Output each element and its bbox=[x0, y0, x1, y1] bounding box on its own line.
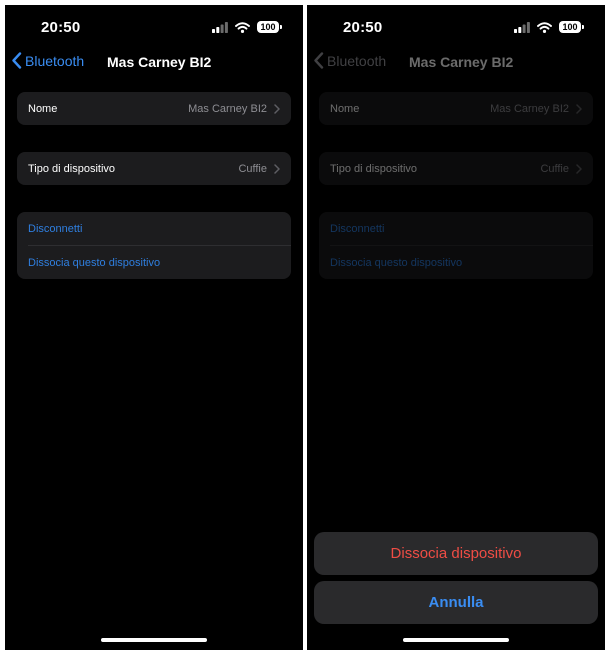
status-time: 20:50 bbox=[41, 19, 81, 36]
device-type-label: Tipo di dispositivo bbox=[28, 162, 116, 175]
chevron-right-icon bbox=[576, 103, 582, 114]
name-label: Nome bbox=[330, 102, 360, 115]
chevron-left-icon bbox=[314, 52, 324, 69]
device-type-value: Cuffie bbox=[238, 162, 267, 175]
chevron-right-icon bbox=[274, 163, 280, 174]
actions-group: Disconnetti Dissocia questo dispositivo bbox=[319, 212, 593, 279]
status-bar: 20:50 100 bbox=[5, 5, 303, 49]
forget-device-button[interactable]: Dissocia questo dispositivo bbox=[17, 246, 291, 279]
name-value: Mas Carney BI2 bbox=[188, 102, 267, 115]
disconnect-button[interactable]: Disconnetti bbox=[17, 212, 291, 245]
status-time: 20:50 bbox=[343, 19, 383, 36]
back-button-label: Bluetooth bbox=[327, 52, 387, 69]
battery-icon: 100 bbox=[257, 21, 282, 33]
name-row: Nome Mas Carney BI2 bbox=[319, 92, 593, 125]
action-sheet: Dissocia dispositivo Annulla bbox=[314, 532, 598, 624]
navigation-bar: Bluetooth Mas Carney BI2 bbox=[5, 49, 303, 75]
disconnect-button: Disconnetti bbox=[330, 222, 385, 235]
home-indicator[interactable] bbox=[403, 638, 509, 642]
wifi-icon bbox=[537, 21, 552, 33]
status-bar: 20:50 100 bbox=[307, 5, 605, 49]
chevron-right-icon bbox=[274, 103, 280, 114]
chevron-right-icon bbox=[576, 163, 582, 174]
name-value: Mas Carney BI2 bbox=[490, 102, 569, 115]
battery-icon: 100 bbox=[559, 21, 584, 33]
name-group: Nome Mas Carney BI2 bbox=[319, 92, 593, 125]
chevron-left-icon bbox=[12, 52, 22, 69]
back-button-label: Bluetooth bbox=[25, 52, 85, 69]
phone-screen-device-details: 20:50 100 Bluetooth Mas Carney BI2 Nome … bbox=[5, 5, 303, 650]
name-row[interactable]: Nome Mas Carney BI2 bbox=[17, 92, 291, 125]
page-title: Mas Carney BI2 bbox=[409, 54, 514, 70]
cellular-signal-icon bbox=[514, 21, 530, 33]
name-label: Nome bbox=[28, 102, 58, 115]
forget-device-button: Dissocia questo dispositivo bbox=[330, 256, 463, 269]
device-type-group: Tipo di dispositivo Cuffie bbox=[17, 152, 291, 185]
phone-screen-forget-confirmation: 20:50 100 Bluetooth Mas Carney BI2 Nome … bbox=[307, 5, 605, 650]
back-button-bluetooth[interactable]: Bluetooth bbox=[11, 52, 84, 69]
device-type-row[interactable]: Tipo di dispositivo Cuffie bbox=[17, 152, 291, 185]
cellular-signal-icon bbox=[212, 21, 228, 33]
device-type-group: Tipo di dispositivo Cuffie bbox=[319, 152, 593, 185]
device-type-row: Tipo di dispositivo Cuffie bbox=[319, 152, 593, 185]
forget-device-confirm-button[interactable]: Dissocia dispositivo bbox=[314, 532, 598, 575]
cancel-button[interactable]: Annulla bbox=[314, 581, 598, 624]
back-button-bluetooth: Bluetooth bbox=[313, 52, 386, 69]
actions-group: Disconnetti Dissocia questo dispositivo bbox=[17, 212, 291, 279]
name-group: Nome Mas Carney BI2 bbox=[17, 92, 291, 125]
wifi-icon bbox=[235, 21, 250, 33]
home-indicator[interactable] bbox=[101, 638, 207, 642]
status-icons: 100 bbox=[514, 21, 584, 33]
device-type-value: Cuffie bbox=[540, 162, 569, 175]
device-type-label: Tipo di dispositivo bbox=[330, 162, 418, 175]
status-icons: 100 bbox=[212, 21, 282, 33]
navigation-bar: Bluetooth Mas Carney BI2 bbox=[307, 49, 605, 75]
page-title: Mas Carney BI2 bbox=[107, 54, 212, 70]
